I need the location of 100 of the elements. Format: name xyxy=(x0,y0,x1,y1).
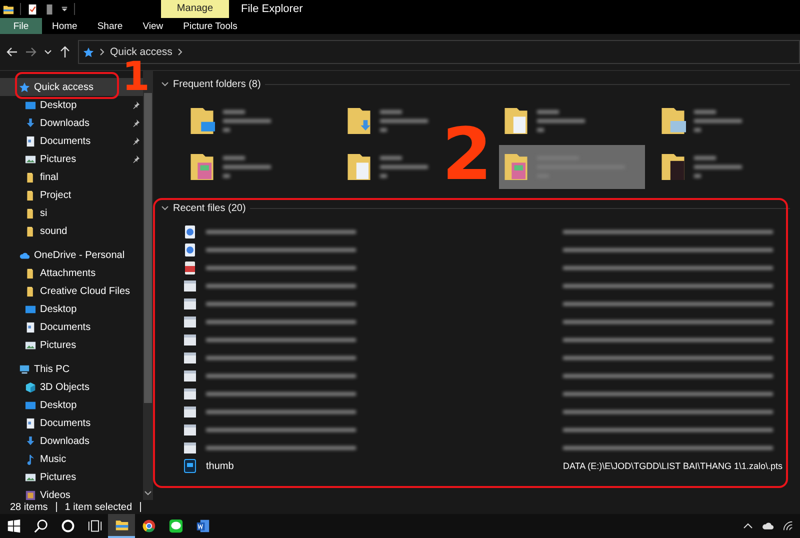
context-tab-label: Manage xyxy=(161,0,229,18)
pin-icon[interactable] xyxy=(132,155,140,163)
chat-bubble-icon[interactable] xyxy=(168,519,182,533)
document-icon xyxy=(25,136,36,146)
folder-icon xyxy=(25,208,36,218)
download-arrow-icon xyxy=(25,118,36,128)
taskbar-button[interactable] xyxy=(108,514,135,538)
folder-icon xyxy=(189,151,215,183)
section-header[interactable]: Recent files (20) xyxy=(173,202,246,214)
nav-item[interactable]: final xyxy=(0,168,143,186)
ribbon-tab[interactable]: Share xyxy=(87,18,133,34)
window-title: File Explorer xyxy=(241,3,303,15)
folder-icon xyxy=(25,172,36,182)
chevron-down-icon[interactable] xyxy=(44,48,52,56)
nav-item[interactable]: Attachments xyxy=(0,264,143,282)
nav-item[interactable]: Downloads xyxy=(0,432,143,450)
folder-icon[interactable] xyxy=(114,518,128,532)
document-icon xyxy=(25,418,36,428)
up-arrow-icon[interactable] xyxy=(59,46,71,58)
folder-icon xyxy=(503,105,529,137)
file-path: DATA (E:)\E\JOD\TGDD\LIST BAI\THANG 1\1.zalo\.pts xyxy=(563,461,783,471)
image-file-icon xyxy=(183,387,197,401)
nav-item[interactable]: Downloads xyxy=(0,114,143,132)
folder-icon xyxy=(503,151,529,183)
breadcrumb[interactable]: Quick access xyxy=(110,46,172,58)
nav-item[interactable]: si xyxy=(0,204,143,222)
pin-icon[interactable] xyxy=(132,101,140,109)
task-view-icon[interactable] xyxy=(88,519,102,533)
search-icon[interactable] xyxy=(34,519,48,533)
callout-number: 2 xyxy=(442,118,492,190)
nav-item[interactable]: sound xyxy=(0,222,143,240)
nav-item[interactable]: Project xyxy=(0,186,143,204)
folder-icon[interactable] xyxy=(3,4,14,14)
folder-icon xyxy=(346,105,372,137)
film-icon xyxy=(25,490,36,500)
music-note-icon xyxy=(25,454,36,464)
document-icon xyxy=(183,261,197,275)
ribbon-tab[interactable]: Home xyxy=(42,18,88,34)
computer-icon xyxy=(19,364,30,374)
chevron-up-icon[interactable] xyxy=(742,521,754,531)
document-app-icon[interactable] xyxy=(196,519,210,533)
nav-item[interactable]: Documents xyxy=(0,132,143,150)
image-file-icon xyxy=(183,369,197,383)
image-file-icon xyxy=(183,405,197,419)
star-icon xyxy=(83,46,94,58)
nav-item[interactable]: Documents xyxy=(0,414,143,432)
folder-icon xyxy=(25,286,36,296)
folder-icon xyxy=(25,190,36,200)
pin-icon[interactable] xyxy=(132,119,140,127)
forward-arrow-icon[interactable] xyxy=(25,46,37,58)
selection-status: 1 item selected xyxy=(64,502,132,512)
document-icon xyxy=(183,225,197,239)
nav-item[interactable]: OneDrive - Personal xyxy=(0,246,143,264)
file-tab[interactable]: File xyxy=(0,18,42,34)
nav-item[interactable]: Desktop xyxy=(0,396,143,414)
nav-item[interactable]: This PC xyxy=(0,360,143,378)
nav-item[interactable]: Music xyxy=(0,450,143,468)
wifi-icon[interactable] xyxy=(782,521,794,531)
pin-icon[interactable] xyxy=(132,137,140,145)
image-file-icon xyxy=(183,297,197,311)
picture-icon xyxy=(25,472,36,482)
nav-item[interactable]: Documents xyxy=(0,318,143,336)
nav-item[interactable]: Desktop xyxy=(0,300,143,318)
properties-icon[interactable] xyxy=(27,4,38,14)
chevron-right-icon[interactable] xyxy=(177,48,184,56)
ribbon-tab[interactable]: Picture Tools xyxy=(173,18,248,34)
nav-item[interactable]: Pictures xyxy=(0,150,143,168)
windows-logo-icon[interactable] xyxy=(6,519,20,533)
nav-item[interactable]: Pictures xyxy=(0,336,143,354)
desktop-icon xyxy=(25,304,36,314)
nav-item[interactable]: Creative Cloud Files xyxy=(0,282,143,300)
image-file-icon xyxy=(183,441,197,455)
ribbon-tab[interactable]: View xyxy=(132,18,174,34)
chevron-down-icon[interactable] xyxy=(144,489,152,497)
folder-icon xyxy=(189,105,215,137)
document-icon xyxy=(183,243,197,257)
nav-item[interactable]: Videos xyxy=(0,486,143,500)
nav-item[interactable]: 3D Objects xyxy=(0,378,143,396)
folder-icon xyxy=(25,268,36,278)
picture-icon xyxy=(25,340,36,350)
image-file-icon xyxy=(183,315,197,329)
cube-icon xyxy=(25,382,36,392)
star-icon xyxy=(19,82,30,92)
chevron-right-icon[interactable] xyxy=(99,48,105,56)
dropdown-icon[interactable] xyxy=(61,6,68,12)
item-count: 28 items xyxy=(10,502,48,512)
chevron-down-icon[interactable] xyxy=(161,80,169,88)
picture-icon xyxy=(25,154,36,164)
chevron-down-icon[interactable] xyxy=(161,204,169,212)
nav-item[interactable]: Desktop xyxy=(0,96,143,114)
nav-item[interactable]: Pictures xyxy=(0,468,143,486)
folder-tile[interactable] xyxy=(499,145,645,189)
back-arrow-icon[interactable] xyxy=(6,46,18,58)
circle-icon[interactable] xyxy=(60,519,74,533)
file-name[interactable]: thumb xyxy=(206,460,563,472)
browser-icon[interactable] xyxy=(142,519,156,533)
download-arrow-icon xyxy=(25,436,36,446)
section-header[interactable]: Frequent folders (8) xyxy=(173,78,261,90)
cloud-icon[interactable] xyxy=(762,521,774,531)
folder-icon xyxy=(346,151,372,183)
